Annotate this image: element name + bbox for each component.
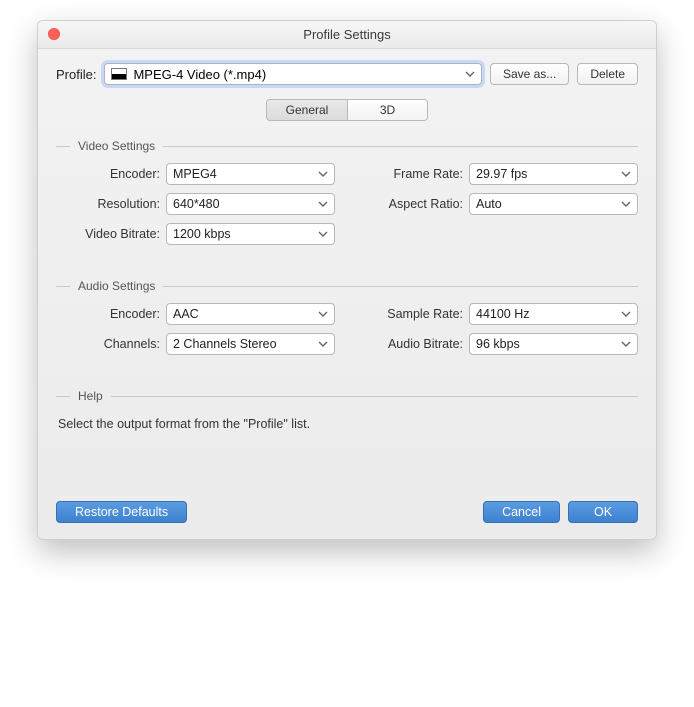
audio-bitrate-select[interactable]: 96 kbps xyxy=(469,333,638,355)
audio-settings-title: Audio Settings xyxy=(78,279,155,293)
profile-select[interactable]: MPEG-4 Video (*.mp4) xyxy=(104,63,481,85)
close-icon[interactable] xyxy=(48,28,60,40)
sample-rate-select[interactable]: 44100 Hz xyxy=(469,303,638,325)
help-text: Select the output format from the "Profi… xyxy=(56,413,638,461)
resolution-select[interactable]: 640*480 xyxy=(166,193,335,215)
audio-bitrate-label: Audio Bitrate: xyxy=(359,337,469,351)
dialog-footer: Restore Defaults Cancel OK xyxy=(56,501,638,523)
resolution-label: Resolution: xyxy=(56,197,166,211)
chevron-down-icon xyxy=(621,341,631,347)
chevron-down-icon xyxy=(318,201,328,207)
video-bitrate-label: Video Bitrate: xyxy=(56,227,166,241)
ok-button[interactable]: OK xyxy=(568,501,638,523)
aspect-ratio-select[interactable]: Auto xyxy=(469,193,638,215)
video-encoder-select[interactable]: MPEG4 xyxy=(166,163,335,185)
profile-label: Profile: xyxy=(56,67,96,82)
window-title: Profile Settings xyxy=(38,27,656,42)
frame-rate-select[interactable]: 29.97 fps xyxy=(469,163,638,185)
cancel-button[interactable]: Cancel xyxy=(483,501,560,523)
video-settings-group: Video Settings Encoder: MPEG4 Frame Rate… xyxy=(56,139,638,245)
tab-general[interactable]: General xyxy=(267,100,347,120)
chevron-down-icon xyxy=(318,311,328,317)
chevron-down-icon xyxy=(621,201,631,207)
chevron-down-icon xyxy=(318,231,328,237)
channels-select[interactable]: 2 Channels Stereo xyxy=(166,333,335,355)
titlebar: Profile Settings xyxy=(38,21,656,49)
video-bitrate-select[interactable]: 1200 kbps xyxy=(166,223,335,245)
save-as-button[interactable]: Save as... xyxy=(490,63,569,85)
audio-encoder-label: Encoder: xyxy=(56,307,166,321)
delete-button[interactable]: Delete xyxy=(577,63,638,85)
audio-settings-group: Audio Settings Encoder: AAC Sample Rate:… xyxy=(56,279,638,355)
tab-group: General 3D xyxy=(266,99,428,121)
chevron-down-icon xyxy=(318,341,328,347)
audio-encoder-select[interactable]: AAC xyxy=(166,303,335,325)
profile-select-value: MPEG-4 Video (*.mp4) xyxy=(133,67,266,82)
channels-label: Channels: xyxy=(56,337,166,351)
chevron-down-icon xyxy=(465,71,475,77)
window-controls xyxy=(48,28,60,40)
restore-defaults-button[interactable]: Restore Defaults xyxy=(56,501,187,523)
help-group: Help Select the output format from the "… xyxy=(56,389,638,461)
tab-3d[interactable]: 3D xyxy=(347,100,427,120)
frame-rate-label: Frame Rate: xyxy=(359,167,469,181)
aspect-ratio-label: Aspect Ratio: xyxy=(359,197,469,211)
chevron-down-icon xyxy=(621,171,631,177)
chevron-down-icon xyxy=(621,311,631,317)
chevron-down-icon xyxy=(318,171,328,177)
sample-rate-label: Sample Rate: xyxy=(359,307,469,321)
help-title: Help xyxy=(78,389,103,403)
video-settings-title: Video Settings xyxy=(78,139,155,153)
profile-settings-window: Profile Settings Profile: MPEG-4 Video (… xyxy=(37,20,657,540)
mpeg-format-icon xyxy=(111,68,127,80)
video-encoder-label: Encoder: xyxy=(56,167,166,181)
